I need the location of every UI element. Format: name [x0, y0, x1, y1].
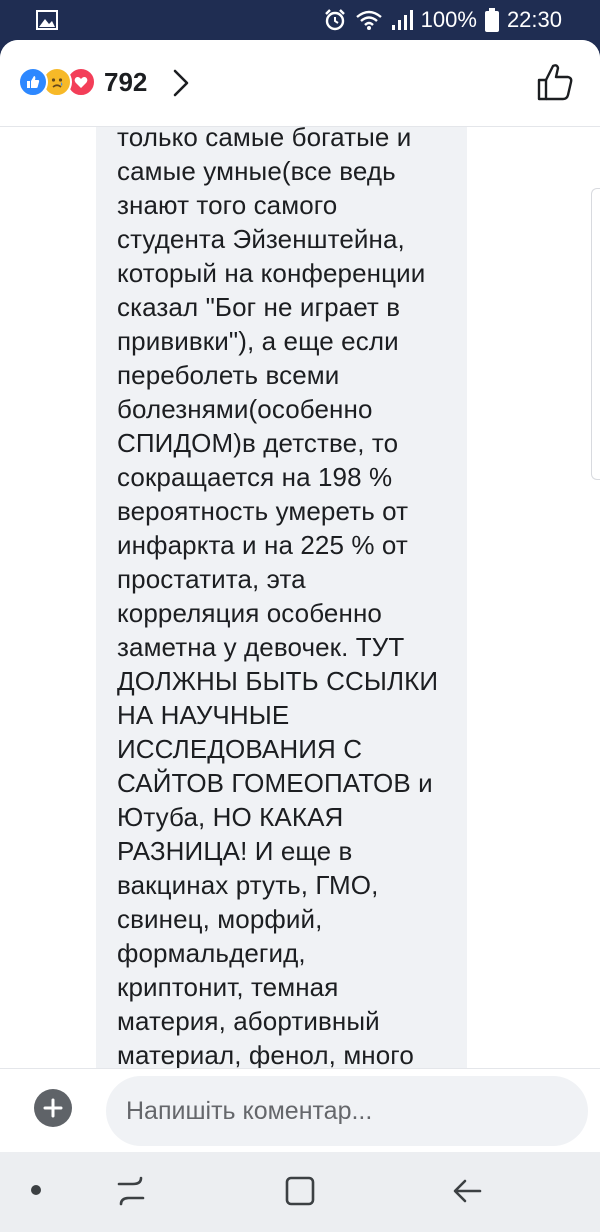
back-icon[interactable]	[452, 1174, 484, 1213]
comment-composer	[0, 1068, 600, 1152]
dot-icon[interactable]	[28, 1182, 44, 1203]
navigation-bar	[0, 1152, 600, 1232]
scrollbar[interactable]	[591, 188, 600, 480]
battery-icon	[484, 8, 499, 32]
sheet-header: 792	[0, 40, 600, 127]
battery-percent: 100%	[420, 7, 477, 32]
signal-icon	[391, 9, 413, 31]
like-reaction-icon	[18, 67, 48, 97]
alarm-icon	[323, 8, 347, 32]
comment-bubble: только самые богатые и самые умные(все в…	[96, 120, 467, 1070]
status-time: 22:30	[506, 7, 562, 32]
status-bar: 100% 22:30	[0, 0, 600, 40]
reaction-count: 792	[104, 66, 148, 97]
home-icon[interactable]	[284, 1174, 316, 1213]
add-attachment-button[interactable]	[34, 1089, 72, 1127]
like-button[interactable]	[536, 62, 574, 102]
chevron-right-icon[interactable]	[170, 68, 192, 98]
gallery-icon	[36, 10, 58, 35]
comment-text: только самые богатые и самые умные(все в…	[117, 122, 439, 1070]
recent-apps-icon[interactable]	[115, 1174, 147, 1213]
comment-input[interactable]	[106, 1076, 588, 1146]
comments-sheet: 792 только самые богатые и самые умные(в…	[0, 40, 600, 1152]
reactions-summary[interactable]: 792	[18, 66, 147, 98]
wifi-icon	[355, 9, 383, 31]
